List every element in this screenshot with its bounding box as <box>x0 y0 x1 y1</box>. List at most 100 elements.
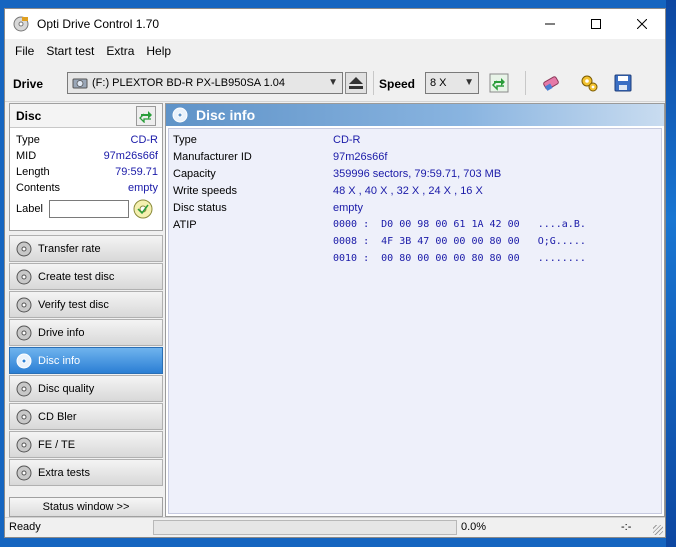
gears-icon <box>581 75 598 92</box>
status-text: Ready <box>9 521 41 533</box>
disc-info-content: Type CD-R Manufacturer ID 97m26s66f Capa… <box>168 128 662 514</box>
refresh-arrows-icon <box>139 111 152 123</box>
disc-summary-panel: Disc Type CD-R MID 97m26s66f Length 79:5… <box>9 103 163 231</box>
atip-line: 0008 : 4F 3B 47 00 00 00 80 00 O;G..... <box>333 236 586 247</box>
settings-button[interactable] <box>577 72 601 94</box>
elapsed-time: -:- <box>621 521 632 533</box>
disc-prop-length: Length 79:59.71 <box>10 164 162 180</box>
resize-grip[interactable] <box>653 525 663 535</box>
disc-prop-contents: Contents empty <box>10 180 162 196</box>
nav-label: Drive info <box>38 326 85 339</box>
disc-icon <box>16 325 32 340</box>
info-value: 97m26s66f <box>333 150 388 163</box>
title-bar: Opti Drive Control 1.70 <box>5 9 665 39</box>
left-panel: Disc Type CD-R MID 97m26s66f Length 79:5… <box>9 103 163 517</box>
nav-extra-tests[interactable]: Extra tests <box>9 459 163 486</box>
nav-label: Transfer rate <box>38 242 101 255</box>
info-key: ATIP <box>173 218 197 231</box>
info-row-manufacturer-id: Manufacturer ID 97m26s66f <box>173 148 387 165</box>
nav-label: CD Bler <box>38 410 77 423</box>
nav-disc-info[interactable]: Disc info <box>9 347 163 374</box>
erase-button[interactable] <box>539 72 563 94</box>
nav-label: Disc info <box>38 354 81 367</box>
progress-bar <box>153 520 457 535</box>
status-bar: Ready 0.0% -:- <box>5 517 665 537</box>
info-row-type: Type CD-R <box>173 131 361 148</box>
nav-cd-bler[interactable]: CD Bler <box>9 403 163 430</box>
info-value: CD-R <box>333 133 361 146</box>
close-icon <box>637 19 647 29</box>
speed-label: Speed <box>379 77 416 91</box>
minimize-button[interactable] <box>527 9 573 39</box>
eject-icon <box>349 77 363 89</box>
info-value: 359996 sectors, 79:59.71, 703 MB <box>333 167 502 180</box>
nav-transfer-rate[interactable]: Transfer rate <box>9 235 163 262</box>
menu-help[interactable]: Help <box>140 44 177 58</box>
disc-icon <box>16 353 32 368</box>
info-row-write-speeds: Write speeds 48 X , 40 X , 32 X , 24 X ,… <box>173 182 483 199</box>
prop-value: empty <box>128 182 158 194</box>
maximize-button[interactable] <box>573 9 619 39</box>
prop-value: CD-R <box>130 134 159 146</box>
disc-label-input[interactable] <box>48 200 129 218</box>
desktop-background <box>666 0 676 547</box>
disc-check-icon <box>133 199 153 219</box>
disc-panel-header: Disc <box>10 104 162 128</box>
info-key: Write speeds <box>173 184 237 197</box>
eject-button[interactable] <box>345 72 367 94</box>
nav-label: Verify test disc <box>38 298 109 311</box>
info-key: Capacity <box>173 167 216 180</box>
disc-prop-mid: MID 97m26s66f <box>10 148 162 164</box>
nav-label: Disc quality <box>38 382 95 395</box>
nav-fe-te[interactable]: FE / TE <box>9 431 163 458</box>
progress-percent: 0.0% <box>461 521 487 533</box>
speed-select[interactable]: 8 X ▼ <box>425 72 479 94</box>
nav-verify-test-disc[interactable]: Verify test disc <box>9 291 163 318</box>
test-nav: Transfer rate Create test disc Verify te… <box>9 235 163 487</box>
nav-label: FE / TE <box>38 438 76 451</box>
info-key: Manufacturer ID <box>173 150 252 163</box>
menu-extra[interactable]: Extra <box>100 44 140 58</box>
info-row-capacity: Capacity 359996 sectors, 79:59.71, 703 M… <box>173 165 501 182</box>
prop-key: Length <box>16 166 50 178</box>
prop-value: 79:59.71 <box>115 166 158 178</box>
toolbar-separator <box>373 71 374 95</box>
disc-label-row: Label <box>10 199 162 219</box>
status-window-button[interactable]: Status window >> <box>9 497 163 517</box>
drive-select[interactable]: (F:) PLEXTOR BD-R PX-LB950SA 1.04 ▼ <box>67 72 343 94</box>
save-button[interactable] <box>611 72 635 94</box>
toolbar: Drive (F:) PLEXTOR BD-R PX-LB950SA 1.04 … <box>5 67 665 101</box>
nav-label: Create test disc <box>38 270 115 283</box>
atip-line: 0000 : D0 00 98 00 61 1A 42 00 ....a.B. <box>333 219 586 230</box>
prop-value: 97m26s66f <box>103 150 158 162</box>
apply-label-button[interactable] <box>133 199 153 219</box>
disc-icon <box>16 269 32 284</box>
minimize-icon <box>545 23 555 25</box>
window-title: Opti Drive Control 1.70 <box>37 17 160 31</box>
speed-select-value: 8 X <box>430 77 447 89</box>
disc-panel-title: Disc <box>16 108 42 123</box>
refresh-disc-button[interactable] <box>136 106 156 126</box>
drive-select-value: (F:) PLEXTOR BD-R PX-LB950SA 1.04 <box>92 77 285 89</box>
close-button[interactable] <box>619 9 665 39</box>
label-caption: Label <box>16 203 43 215</box>
menu-file[interactable]: File <box>9 44 40 58</box>
info-key: Type <box>173 133 197 146</box>
nav-drive-info[interactable]: Drive info <box>9 319 163 346</box>
info-row-atip: ATIP <box>173 216 333 233</box>
disc-prop-type: Type CD-R <box>10 132 162 148</box>
atip-line: 0010 : 00 80 00 00 00 80 80 00 ........ <box>333 253 586 264</box>
nav-disc-quality[interactable]: Disc quality <box>9 375 163 402</box>
menu-start-test[interactable]: Start test <box>40 44 100 58</box>
refresh-speed-button[interactable] <box>487 72 511 94</box>
info-value: empty <box>333 201 363 214</box>
disc-info-panel: Disc info Type CD-R Manufacturer ID 97m2… <box>165 103 665 517</box>
disc-icon <box>16 381 32 396</box>
nav-create-test-disc[interactable]: Create test disc <box>9 263 163 290</box>
info-row-disc-status: Disc status empty <box>173 199 363 216</box>
info-value: 48 X , 40 X , 32 X , 24 X , 16 X <box>333 184 483 197</box>
nav-label: Extra tests <box>38 466 90 479</box>
disc-icon <box>16 297 32 312</box>
eraser-icon <box>543 76 559 91</box>
refresh-arrows-icon <box>489 73 509 93</box>
